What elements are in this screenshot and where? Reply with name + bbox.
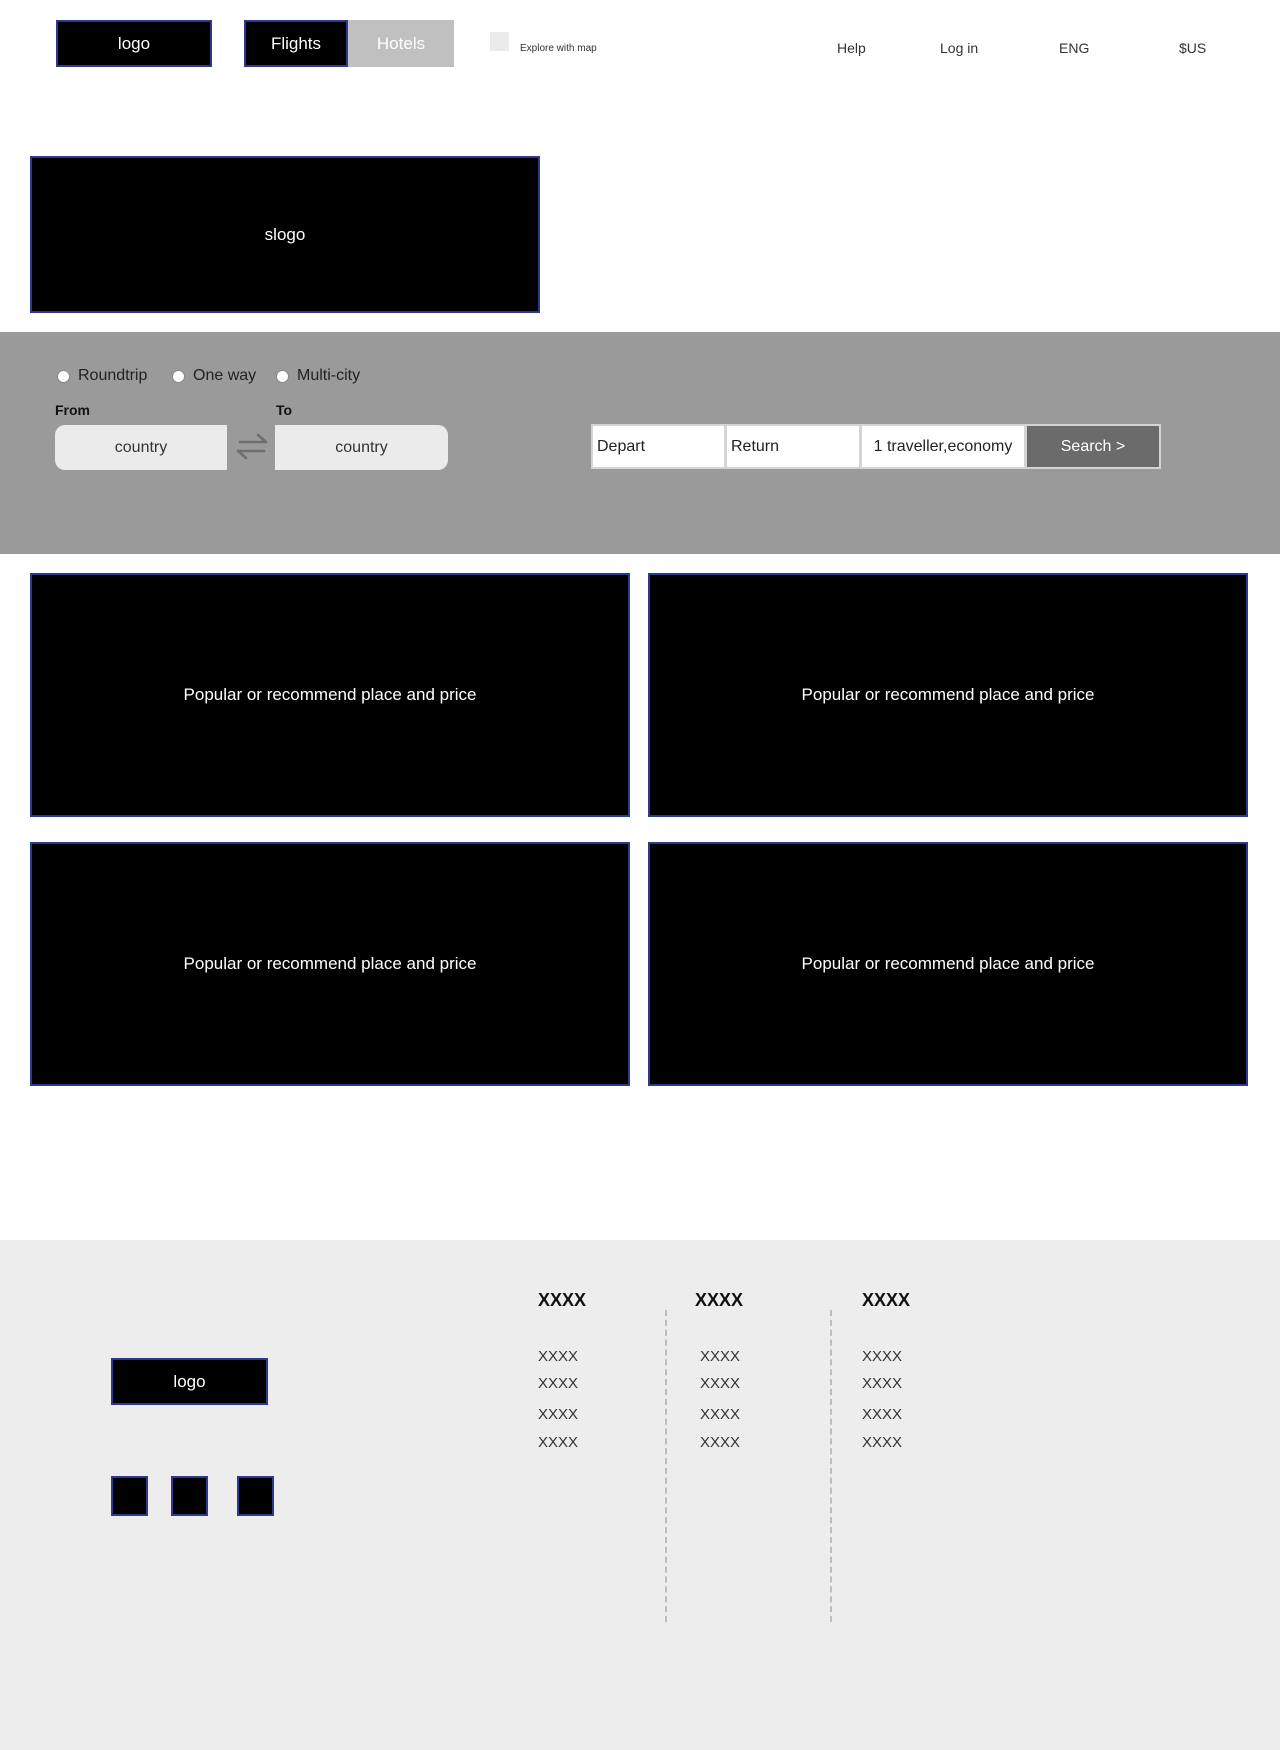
trip-type-multi-city[interactable]: Multi-city [276,366,360,386]
swap-icon[interactable] [234,430,270,462]
footer-link[interactable]: XXXX [700,1348,740,1365]
currency-selector[interactable]: $US [1179,40,1206,56]
depart-date-field[interactable]: Depart [591,424,726,469]
radio-icon[interactable] [172,369,185,383]
footer-link[interactable]: XXXX [862,1375,902,1392]
explore-map-label[interactable]: Explore with map [520,43,597,54]
footer-link[interactable]: XXXX [538,1434,578,1451]
social-icon[interactable] [237,1476,274,1516]
trip-type-label: Multi-city [297,367,361,384]
footer-column-heading: XXXX [538,1290,587,1310]
trip-type-roundtrip[interactable]: Roundtrip [57,366,147,386]
radio-icon[interactable] [276,369,289,383]
footer-link[interactable]: XXXX [700,1375,740,1392]
trip-type-label: Roundtrip [78,367,148,384]
return-date-field[interactable]: Return [725,424,861,469]
help-link[interactable]: Help [837,40,866,56]
from-label: From [55,402,90,418]
footer-link[interactable]: XXXX [862,1434,902,1451]
to-field[interactable]: country [275,425,448,470]
footer-logo[interactable]: logo [111,1358,268,1405]
from-field[interactable]: country [55,425,227,470]
login-link[interactable]: Log in [940,40,978,56]
footer-link[interactable]: XXXX [538,1406,578,1423]
footer-divider [830,1310,832,1622]
tab-flights[interactable]: Flights [244,20,348,67]
logo[interactable]: logo [56,20,212,67]
footer-column-heading: XXXX [862,1290,911,1310]
radio-icon[interactable] [57,369,70,383]
language-selector[interactable]: ENG [1059,40,1089,56]
social-icon[interactable] [171,1476,208,1516]
to-label: To [276,402,293,418]
travellers-class-field[interactable]: 1 traveller,economy [860,424,1026,469]
tab-hotels[interactable]: Hotels [348,20,454,67]
explore-map-checkbox[interactable] [490,32,509,51]
footer-link[interactable]: XXXX [700,1434,740,1451]
trip-type-one-way[interactable]: One way [172,366,256,386]
recommendation-card[interactable]: Popular or recommend place and price [30,842,630,1086]
trip-type-label: One way [193,367,257,384]
footer-link[interactable]: XXXX [538,1348,578,1365]
recommendation-card[interactable]: Popular or recommend place and price [648,573,1248,817]
footer-link[interactable]: XXXX [862,1348,902,1365]
footer-link[interactable]: XXXX [700,1406,740,1423]
social-icon[interactable] [111,1476,148,1516]
slogan-banner: slogo [30,156,540,313]
footer-divider [665,1310,667,1622]
recommendation-card[interactable]: Popular or recommend place and price [30,573,630,817]
footer-link[interactable]: XXXX [862,1406,902,1423]
recommendation-card[interactable]: Popular or recommend place and price [648,842,1248,1086]
search-button[interactable]: Search > [1025,424,1161,469]
footer-link[interactable]: XXXX [538,1375,578,1392]
footer-column-heading: XXXX [695,1290,744,1310]
